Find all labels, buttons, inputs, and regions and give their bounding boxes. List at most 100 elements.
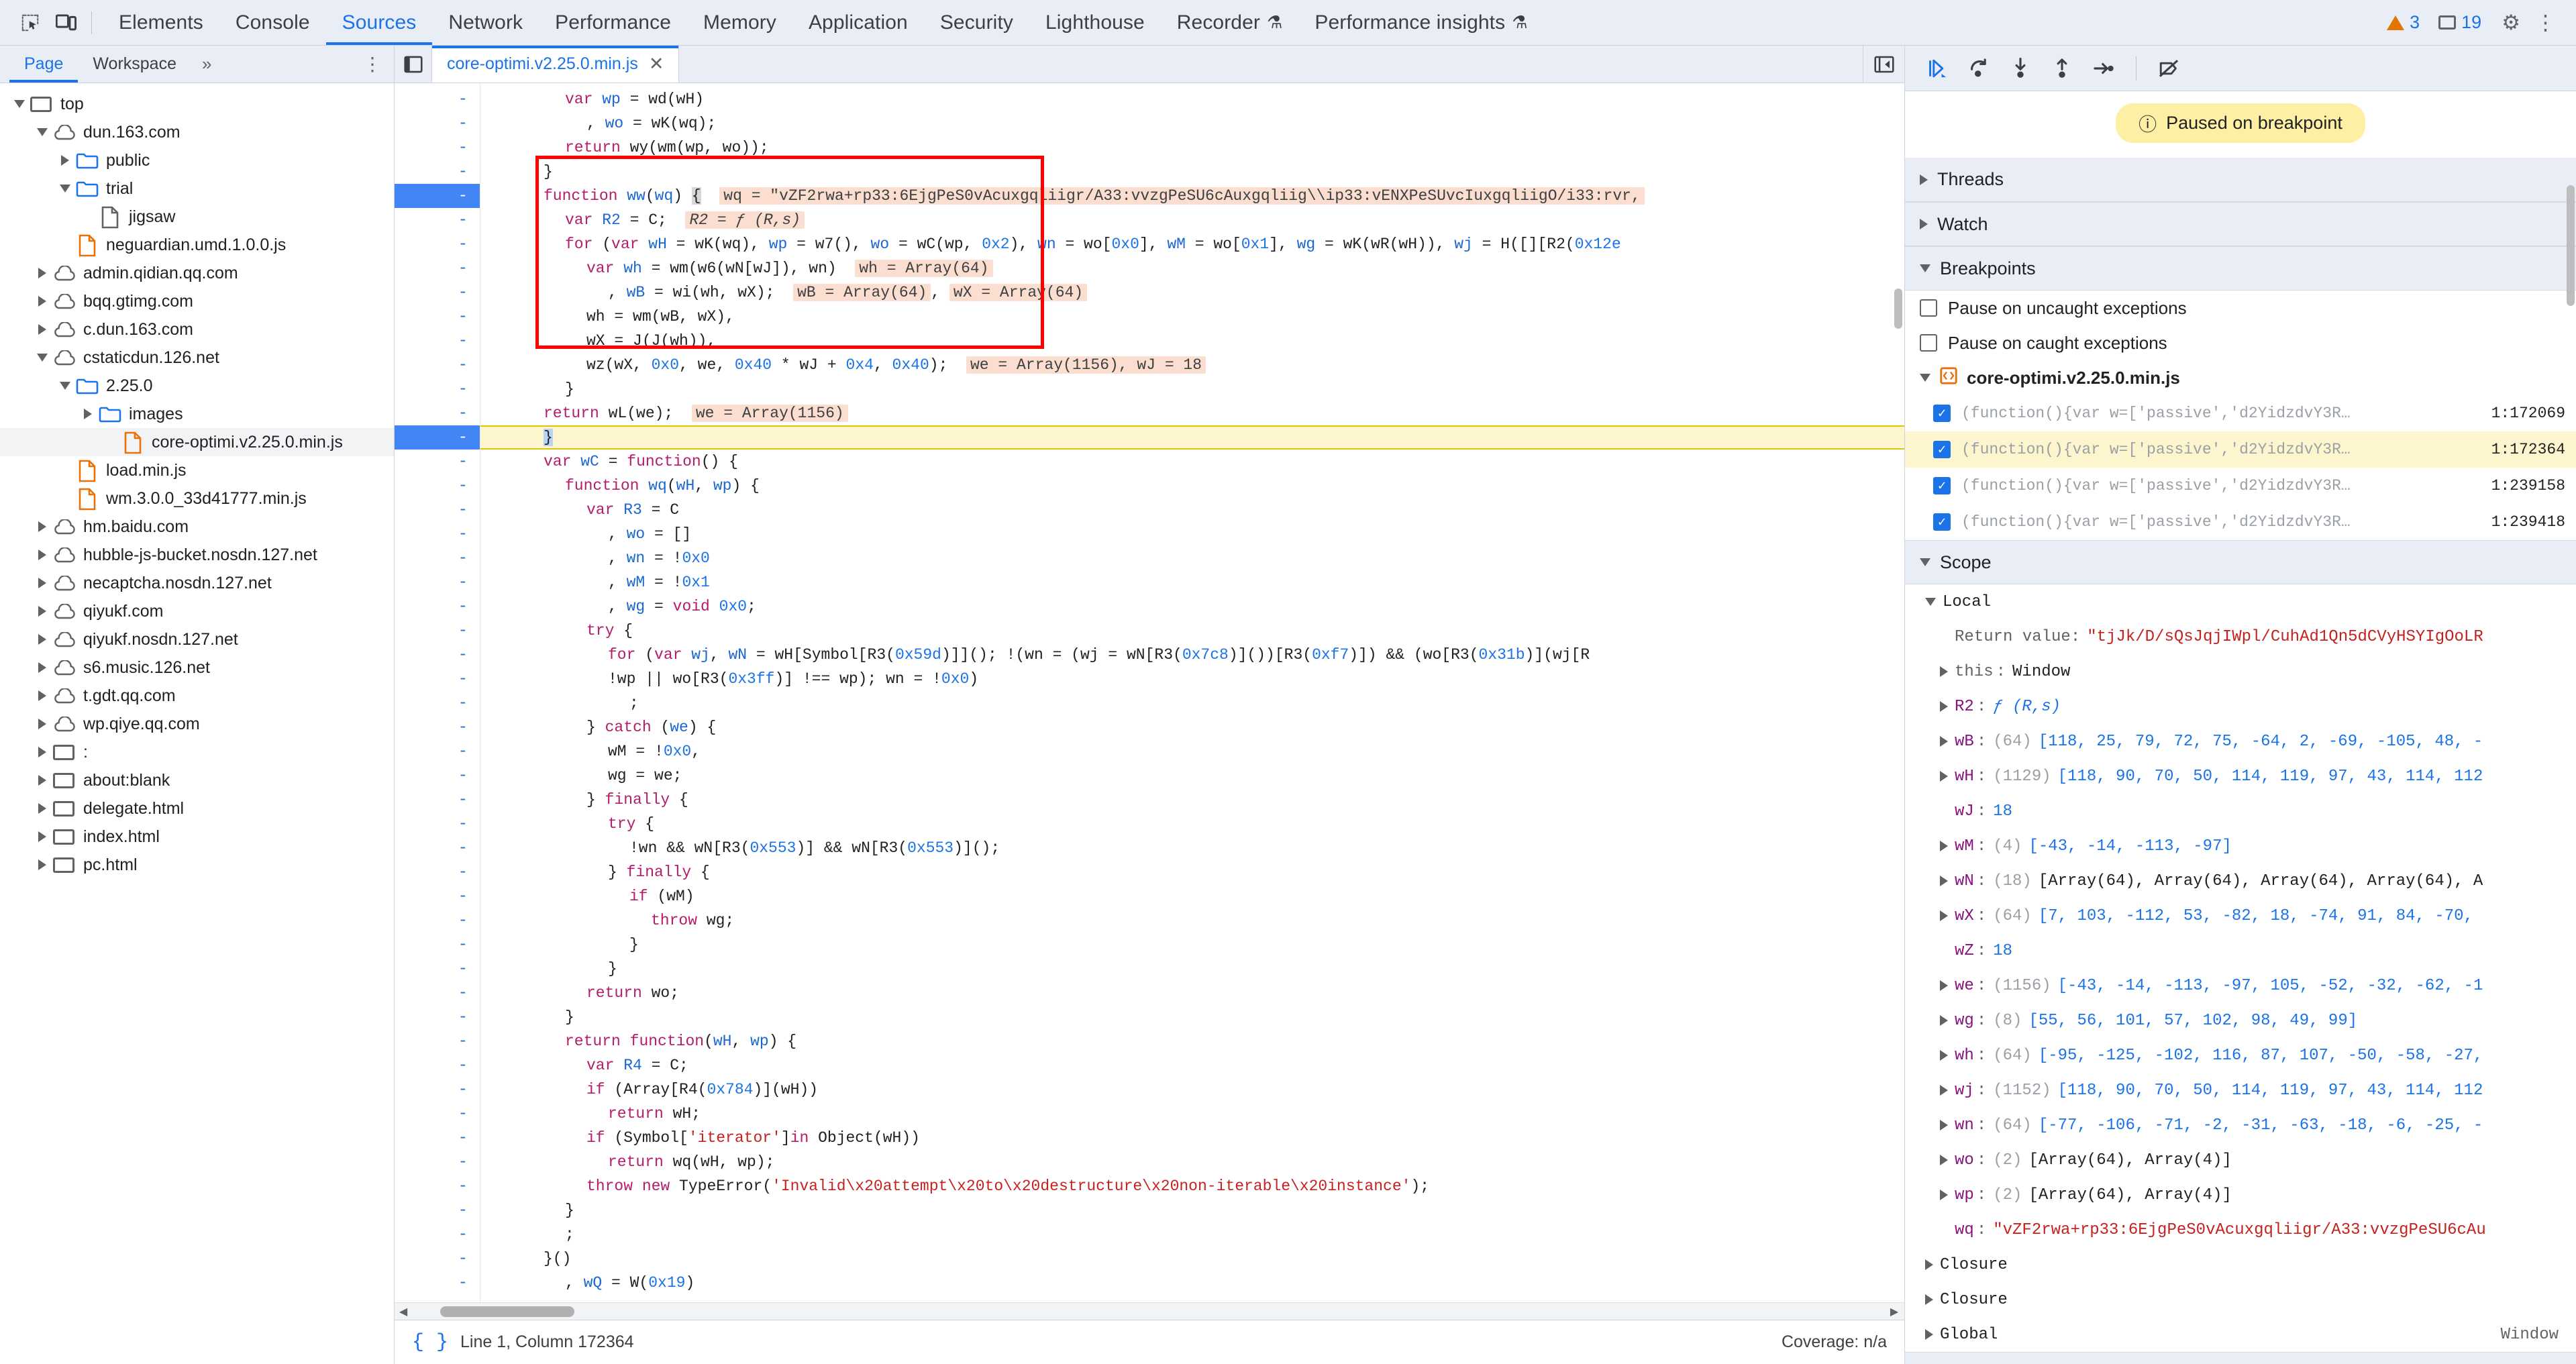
section-watch[interactable]: Watch: [1905, 202, 2576, 246]
code-line[interactable]: var R3 = C: [480, 498, 1904, 522]
chevron-right-icon[interactable]: [1940, 1190, 1948, 1200]
line-number[interactable]: -: [395, 474, 480, 498]
scope-variable[interactable]: we: (1156) [-43, -14, -113, -97, 105, -52,…: [1905, 968, 2576, 1003]
line-number[interactable]: -: [395, 280, 480, 305]
scope-variable[interactable]: wX: (64) [7, 103, -112, 53, -82, 18, -74, …: [1905, 898, 2576, 933]
scope-variable[interactable]: wB: (64) [118, 25, 79, 72, 75, -64, 2, -69…: [1905, 724, 2576, 759]
line-number[interactable]: -: [395, 933, 480, 957]
chevron-right-icon[interactable]: [1940, 771, 1948, 782]
line-number[interactable]: -: [395, 836, 480, 860]
code-line[interactable]: }: [480, 1198, 1904, 1222]
line-number[interactable]: -: [395, 1053, 480, 1078]
line-number[interactable]: -: [395, 643, 480, 667]
chevron-right-icon[interactable]: [1940, 980, 1948, 991]
tree-item[interactable]: neguardian.umd.1.0.0.js: [0, 231, 394, 259]
pretty-print-icon[interactable]: { }: [412, 1331, 448, 1354]
code-line[interactable]: var wC = function() {: [480, 450, 1904, 474]
code-line[interactable]: }: [480, 425, 1904, 450]
tab-console[interactable]: Console: [219, 0, 326, 45]
tree-item[interactable]: hubble-js-bucket.nosdn.127.net: [0, 541, 394, 569]
tree-item[interactable]: wp.qiye.qq.com: [0, 710, 394, 738]
scroll-left-arrow[interactable]: ◀: [395, 1305, 412, 1318]
chevron-right-icon[interactable]: [34, 775, 51, 786]
section-call-stack[interactable]: Call Stack: [1905, 1352, 2576, 1364]
tree-item[interactable]: s6.music.126.net: [0, 653, 394, 682]
code-editor[interactable]: ----------------------------------------…: [395, 83, 1904, 1302]
code-line[interactable]: }: [480, 160, 1904, 184]
chevron-right-icon[interactable]: [1940, 841, 1948, 851]
chevron-right-icon[interactable]: [1940, 1085, 1948, 1096]
chevron-right-icon[interactable]: [34, 606, 51, 617]
code-line[interactable]: var wp = wd(wH): [480, 87, 1904, 111]
code-line[interactable]: , wo = []: [480, 522, 1904, 546]
scope-variable[interactable]: wp: (2) [Array(64), Array(4)]: [1905, 1177, 2576, 1212]
tree-item[interactable]: load.min.js: [0, 456, 394, 484]
line-number[interactable]: -: [395, 667, 480, 691]
chevron-down-icon[interactable]: [34, 354, 51, 362]
gear-icon[interactable]: ⚙: [2492, 11, 2530, 35]
line-number[interactable]: -: [395, 619, 480, 643]
debugger-vertical-scrollbar[interactable]: [2565, 91, 2576, 1364]
line-number[interactable]: -: [395, 329, 480, 353]
chevron-right-icon[interactable]: [34, 521, 51, 532]
code-line[interactable]: if (Symbol['iterator']in Object(wH)): [480, 1126, 1904, 1150]
chevron-right-icon[interactable]: [34, 662, 51, 673]
chevron-right-icon[interactable]: [34, 549, 51, 560]
line-number[interactable]: -: [395, 739, 480, 764]
code-line[interactable]: }: [480, 377, 1904, 401]
warning-count-badge[interactable]: 3: [2379, 12, 2428, 33]
tab-lighthouse[interactable]: Lighthouse: [1029, 0, 1161, 45]
pause-on-caught-exceptions-checkbox[interactable]: Pause on caught exceptions: [1905, 325, 2576, 360]
tree-item[interactable]: dun.163.com: [0, 118, 394, 146]
section-scope[interactable]: Scope: [1905, 540, 2576, 584]
tree-item[interactable]: c.dun.163.com: [0, 315, 394, 344]
line-number[interactable]: -: [395, 812, 480, 836]
line-number[interactable]: -: [395, 1174, 480, 1198]
tree-item[interactable]: pc.html: [0, 851, 394, 879]
code-line[interactable]: wX = J(J(wh)),: [480, 329, 1904, 353]
pause-on-uncaught-exceptions-checkbox[interactable]: Pause on uncaught exceptions: [1905, 291, 2576, 325]
line-number[interactable]: -: [395, 87, 480, 111]
deactivate-breakpoints-button[interactable]: [2150, 50, 2187, 87]
line-number[interactable]: -: [395, 764, 480, 788]
code-line[interactable]: !wn && wN[R3(0x553)] && wN[R3(0x553)]();: [480, 836, 1904, 860]
chevron-right-icon[interactable]: [34, 296, 51, 307]
line-number[interactable]: -: [395, 1078, 480, 1102]
line-number[interactable]: -: [395, 570, 480, 594]
line-number[interactable]: -: [395, 884, 480, 908]
line-number[interactable]: -: [395, 908, 480, 933]
scrollbar-thumb[interactable]: [440, 1306, 574, 1317]
chevron-right-icon[interactable]: [1940, 701, 1948, 712]
tree-item[interactable]: jigsaw: [0, 203, 394, 231]
chevron-right-icon[interactable]: [34, 747, 51, 757]
line-number[interactable]: -: [395, 208, 480, 232]
code-line[interactable]: throw new TypeError('Invalid\x20attempt\…: [480, 1174, 1904, 1198]
breakpoint-group-file[interactable]: core-optimi.v2.25.0.min.js: [1905, 360, 2576, 395]
line-number[interactable]: -: [395, 111, 480, 136]
tree-item[interactable]: wm.3.0.0_33d41777.min.js: [0, 484, 394, 513]
section-threads[interactable]: Threads: [1905, 158, 2576, 202]
code-line[interactable]: function ww(wq) { wq = "vZF2rwa+rp33:6Ej…: [480, 184, 1904, 208]
chevron-down-icon[interactable]: [11, 100, 28, 108]
tab-performance[interactable]: Performance: [539, 0, 687, 45]
line-number[interactable]: -: [395, 1126, 480, 1150]
code-line[interactable]: } catch (we) {: [480, 715, 1904, 739]
code-line[interactable]: , wn = !0x0: [480, 546, 1904, 570]
code-line[interactable]: ;: [480, 1222, 1904, 1247]
chevron-right-icon[interactable]: [1940, 1050, 1948, 1061]
line-number[interactable]: -: [395, 788, 480, 812]
close-icon[interactable]: ✕: [649, 55, 664, 73]
kebab-menu-icon[interactable]: ⋮: [2532, 11, 2563, 35]
step-over-button[interactable]: [1960, 50, 1998, 87]
chevron-down-icon[interactable]: [56, 185, 74, 193]
code-line[interactable]: return wq(wH, wp);: [480, 1150, 1904, 1174]
step-out-button[interactable]: [2043, 50, 2081, 87]
chevron-right-icon[interactable]: [34, 831, 51, 842]
tree-item[interactable]: :: [0, 738, 394, 766]
line-number[interactable]: -: [395, 1198, 480, 1222]
line-number[interactable]: -: [395, 1271, 480, 1295]
tab-recorder[interactable]: Recorder ⚗: [1161, 0, 1299, 45]
section-breakpoints[interactable]: Breakpoints: [1905, 246, 2576, 291]
tree-item[interactable]: trial: [0, 174, 394, 203]
scope-variable[interactable]: wo: (2) [Array(64), Array(4)]: [1905, 1143, 2576, 1177]
